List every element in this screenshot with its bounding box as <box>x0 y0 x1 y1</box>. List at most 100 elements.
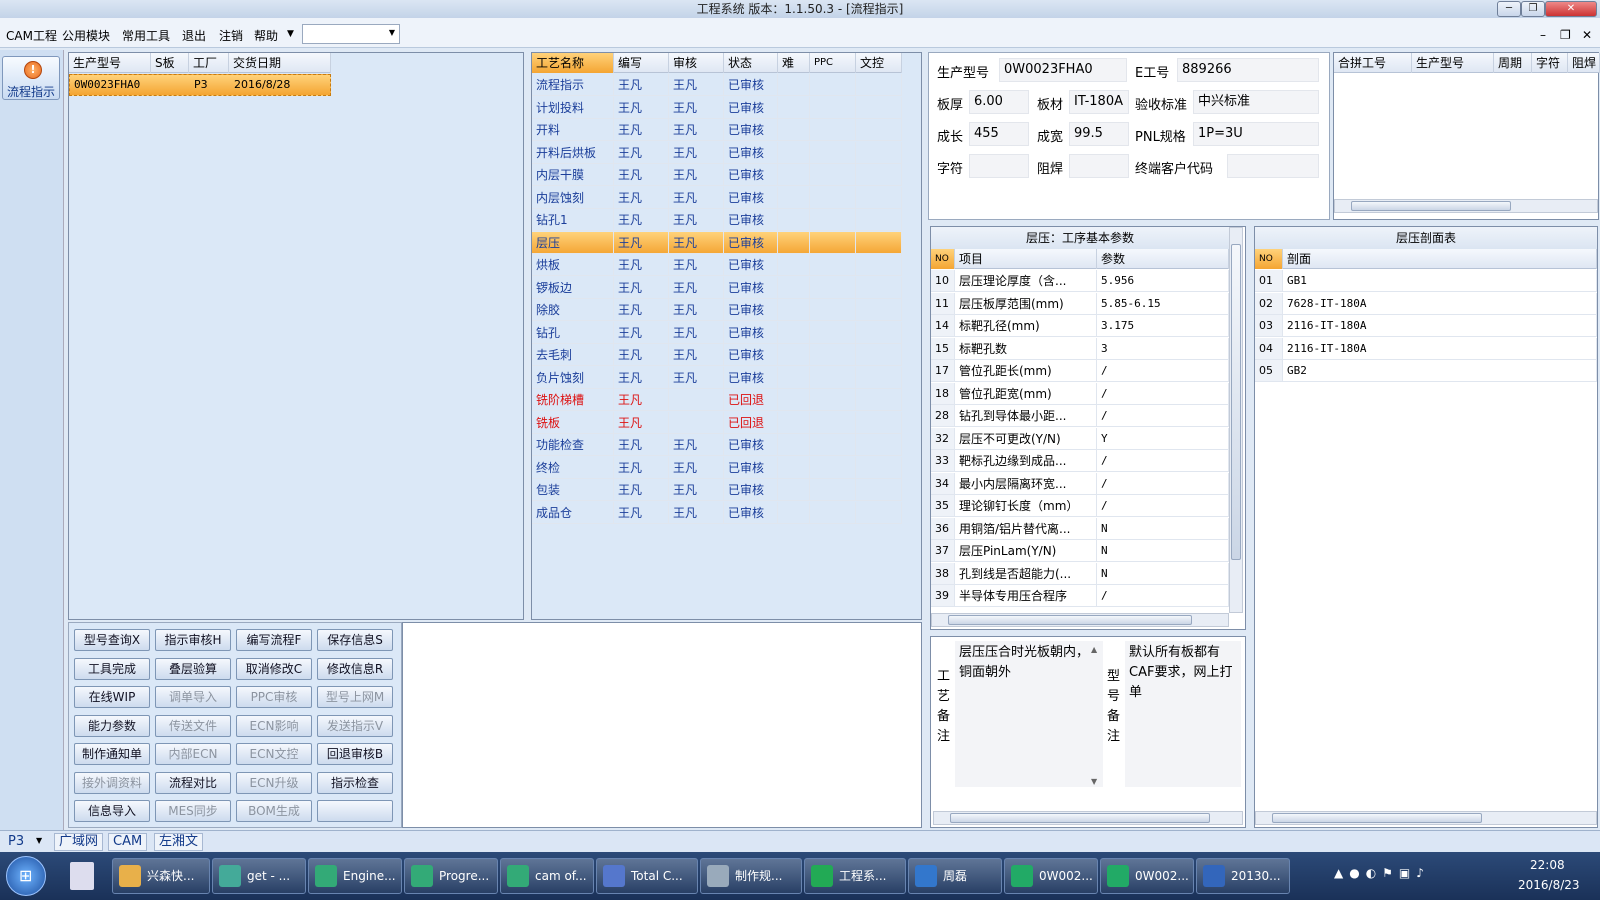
param-row[interactable]: 10 层压理论厚度（含... 5.956 <box>931 270 1229 292</box>
taskbar-item[interactable]: 兴森快... <box>112 858 210 894</box>
process-row[interactable]: 终检 王凡 王凡 已审核 <box>532 456 902 479</box>
action-button[interactable]: PPC审核 <box>236 686 312 708</box>
col-process-name[interactable]: 工艺名称 <box>532 53 614 73</box>
calculator-icon[interactable] <box>70 862 94 890</box>
taskbar-item[interactable]: Progre... <box>404 858 498 894</box>
action-button[interactable]: 在线WIP <box>74 686 150 708</box>
combo-scroll-thumb[interactable] <box>1351 201 1511 211</box>
process-row[interactable]: 内层干膜 王凡 王凡 已审核 <box>532 164 902 186</box>
col-stack-no[interactable]: NO <box>1255 249 1283 269</box>
action-button[interactable]: 编写流程F <box>236 629 312 651</box>
stack-row[interactable]: 05 GB2 <box>1255 360 1597 382</box>
start-button[interactable]: ⊞ <box>6 856 46 896</box>
process-row[interactable]: 功能检查 王凡 王凡 已审核 <box>532 434 902 456</box>
param-row[interactable]: 28 钻孔到导体最小距... / <box>931 405 1229 427</box>
col-difficulty[interactable]: 难 <box>778 53 810 73</box>
order-row[interactable]: 0W0023FHA0 P3 2016/8/28 <box>69 74 331 96</box>
param-row[interactable]: 36 用铜箔/铝片替代离... N <box>931 517 1229 540</box>
action-button[interactable]: 信息导入 <box>74 800 150 822</box>
taskbar-item[interactable]: 工程系... <box>804 858 906 894</box>
col-param-item[interactable]: 项目 <box>955 249 1097 269</box>
action-button[interactable]: 型号上网M <box>317 686 393 708</box>
param-row[interactable]: 11 层压板厚范围(mm) 5.85-6.15 <box>931 292 1229 315</box>
action-button[interactable]: 指示审核H <box>155 629 231 651</box>
taskbar-item[interactable]: 20130... <box>1196 858 1290 894</box>
col-reviewer[interactable]: 审核 <box>669 53 724 73</box>
action-button[interactable]: 传送文件 <box>155 714 231 737</box>
action-button[interactable]: ECN影响 <box>236 714 312 737</box>
action-button[interactable]: 能力参数 <box>74 714 150 737</box>
params-v-scrollbar[interactable] <box>1229 227 1243 613</box>
param-row[interactable]: 14 标靶孔径(mm) 3.175 <box>931 315 1229 337</box>
param-row[interactable]: 35 理论铆钉长度（mm） / <box>931 495 1229 517</box>
module-select[interactable]: ▼ <box>302 24 400 44</box>
param-row[interactable]: 37 层压PinLam(Y/N) N <box>931 540 1229 562</box>
length-field[interactable]: 455 <box>969 122 1029 146</box>
action-button[interactable]: 型号查询X <box>74 629 150 651</box>
col-status[interactable]: 状态 <box>724 53 778 73</box>
action-button[interactable]: 制作通知单 <box>74 743 150 765</box>
taskbar-item[interactable]: Total C... <box>596 858 698 894</box>
action-button[interactable]: BOM生成 <box>236 800 312 822</box>
standard-field[interactable]: 中兴标准 <box>1193 90 1319 114</box>
taskbar-item[interactable]: 0W002... <box>1100 858 1194 894</box>
menu-cam[interactable]: CAM工程 <box>6 27 57 44</box>
col-param-no[interactable]: NO <box>931 249 955 269</box>
param-row[interactable]: 33 靶标孔边缘到成品... / <box>931 450 1229 472</box>
taskbar-item[interactable]: 制作规... <box>700 858 802 894</box>
menu-logout[interactable]: 注销 <box>219 27 243 44</box>
action-button[interactable]: 指示检查 <box>317 771 393 794</box>
action-button[interactable]: MES同步 <box>155 800 231 822</box>
process-row[interactable]: 成品仓 王凡 王凡 已审核 <box>532 501 902 524</box>
col-combo-char[interactable]: 字符 <box>1532 53 1568 73</box>
flow-nav-button[interactable]: ! 流程指示 <box>2 56 60 100</box>
action-button[interactable]: ECN文控 <box>236 743 312 765</box>
process-row[interactable]: 计划投料 王凡 王凡 已审核 <box>532 96 902 119</box>
taskbar-item[interactable]: get - ... <box>212 858 306 894</box>
combo-scrollbar[interactable] <box>1334 199 1598 213</box>
action-button[interactable]: 工具完成 <box>74 657 150 680</box>
taskbar-item[interactable]: 0W002... <box>1004 858 1098 894</box>
process-row[interactable]: 流程指示 王凡 王凡 已审核 <box>532 74 902 96</box>
stack-row[interactable]: 03 2116-IT-180A <box>1255 315 1597 337</box>
process-row[interactable]: 烘板 王凡 王凡 已审核 <box>532 254 902 276</box>
taskbar-item[interactable]: 周磊 <box>908 858 1002 894</box>
param-row[interactable]: 15 标靶孔数 3 <box>931 337 1229 360</box>
process-row[interactable]: 除胶 王凡 王凡 已审核 <box>532 299 902 321</box>
action-button[interactable]: 取消修改C <box>236 657 312 680</box>
menu-help[interactable]: 帮助 <box>254 27 278 44</box>
param-row[interactable]: 34 最小内层隔离环宽... / <box>931 472 1229 495</box>
thickness-field[interactable]: 6.00 <box>969 90 1029 114</box>
action-button[interactable]: ECN升级 <box>236 771 312 794</box>
action-button[interactable]: 保存信息S <box>317 629 393 651</box>
model-field[interactable]: 0W0023FHA0 <box>999 58 1127 82</box>
col-combo-no[interactable]: 合拼工号 <box>1334 53 1412 73</box>
process-row[interactable]: 内层蚀刻 王凡 王凡 已审核 <box>532 186 902 209</box>
col-combo-model[interactable]: 生产型号 <box>1412 53 1494 73</box>
action-button[interactable] <box>317 800 393 822</box>
process-row[interactable]: 层压 王凡 王凡 已审核 <box>532 231 902 254</box>
col-model[interactable]: 生产型号 <box>69 53 151 73</box>
action-button[interactable]: 流程对比 <box>155 771 231 794</box>
stack-row[interactable]: 02 7628-IT-180A <box>1255 292 1597 315</box>
craft-note-scroll-up-icon[interactable]: ▲ <box>1091 645 1101 654</box>
notes-h-thumb[interactable] <box>950 813 1210 823</box>
maximize-button[interactable]: ❐ <box>1521 1 1545 17</box>
process-row[interactable]: 钻孔 王凡 王凡 已审核 <box>532 321 902 344</box>
notes-h-scrollbar[interactable] <box>933 811 1243 825</box>
child-close-icon[interactable]: ✕ <box>1582 28 1592 42</box>
action-button[interactable]: 接外调资料 <box>74 771 150 794</box>
action-button[interactable]: 发送指示V <box>317 714 393 737</box>
stackup-h-thumb[interactable] <box>1272 813 1482 823</box>
param-row[interactable]: 18 管位孔距宽(mm) / <box>931 382 1229 405</box>
stack-row[interactable]: 01 GB1 <box>1255 270 1597 292</box>
help-dropdown-icon[interactable]: ▼ <box>287 29 294 39</box>
stack-row[interactable]: 04 2116-IT-180A <box>1255 337 1597 360</box>
col-param-value[interactable]: 参数 <box>1097 249 1229 269</box>
col-combo-cycle[interactable]: 周期 <box>1494 53 1532 73</box>
close-button[interactable]: ✕ <box>1545 1 1597 17</box>
factory-selector[interactable]: P3 <box>8 834 24 849</box>
process-row[interactable]: 锣板边 王凡 王凡 已审核 <box>532 276 902 299</box>
taskbar-item[interactable]: cam of... <box>500 858 594 894</box>
process-row[interactable]: 包装 王凡 王凡 已审核 <box>532 479 902 501</box>
